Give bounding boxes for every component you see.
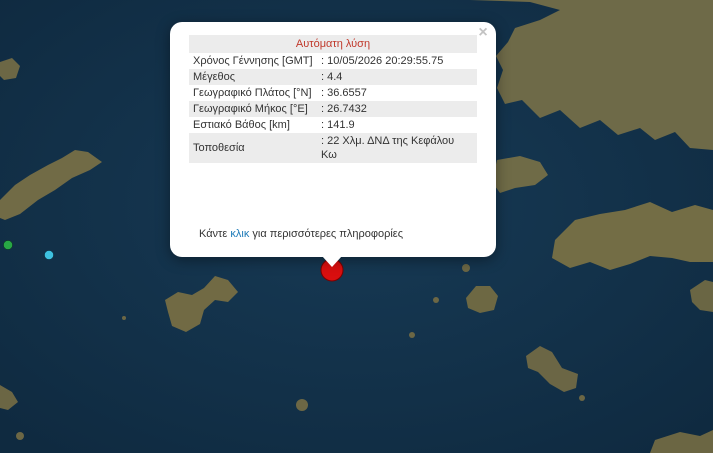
islet-4 xyxy=(462,264,470,272)
popup-title: Αυτόματη λύση xyxy=(189,35,477,53)
more-info-suffix: για περισσότερες πληροφορίες xyxy=(252,228,403,240)
islet-7 xyxy=(579,395,585,401)
row-label: Μέγεθος xyxy=(189,69,317,85)
islet-2 xyxy=(433,297,439,303)
row-label: Τοποθεσία xyxy=(189,133,317,163)
islet-3 xyxy=(409,332,415,338)
row-label: Γεωγραφικό Πλάτος [°N] xyxy=(193,87,312,99)
table-row: Εστιακό Βάθος [km] : 141.9 xyxy=(189,117,477,133)
row-value: : 10/05/2026 20:29:55.75 xyxy=(321,55,444,67)
table-row: Χρόνος Γέννησης [GMT] : 10/05/2026 20:29… xyxy=(189,53,477,69)
row-value: : 22 Χλμ. ΔΝΔ της Κεφάλου Κω xyxy=(317,133,477,163)
close-icon[interactable]: × xyxy=(476,25,490,41)
info-header-row: Αυτόματη λύση xyxy=(189,35,477,53)
table-row: Τοποθεσία : 22 Χλμ. ΔΝΔ της Κεφάλου Κω xyxy=(189,133,477,163)
islet-6 xyxy=(16,432,24,440)
row-value: : 36.6557 xyxy=(321,87,367,99)
row-value: : 141.9 xyxy=(321,119,355,131)
popup-tip xyxy=(322,256,342,267)
more-info-link[interactable]: κλικ xyxy=(230,228,249,240)
earthquake-marker-green[interactable] xyxy=(3,240,13,250)
row-label: Γεωγραφικό Μήκος [°E] xyxy=(189,101,317,117)
info-table: Αυτόματη λύση Χρόνος Γέννησης [GMT] : 10… xyxy=(189,35,477,163)
earthquake-marker-cyan[interactable] xyxy=(44,250,54,260)
earthquake-info-popup: × Αυτόματη λύση Χρόνος Γέννησης [GMT] : … xyxy=(170,22,496,257)
more-info-line: Κάντε κλικ για περισσότερες πληροφορίες xyxy=(199,228,403,240)
table-row: Γεωγραφικό Μήκος [°E] : 26.7432 xyxy=(189,101,477,117)
more-info-prefix: Κάντε xyxy=(199,228,228,240)
row-label: Εστιακό Βάθος [km] xyxy=(193,119,290,131)
islet-1 xyxy=(296,399,308,411)
table-row: Μέγεθος : 4.4 xyxy=(189,69,477,85)
row-label: Χρόνος Γέννησης [GMT] xyxy=(193,55,313,67)
row-value: : 4.4 xyxy=(317,69,477,85)
row-value: : 26.7432 xyxy=(317,101,477,117)
islet-5 xyxy=(122,316,126,320)
table-row: Γεωγραφικό Πλάτος [°N] : 36.6557 xyxy=(189,85,477,101)
